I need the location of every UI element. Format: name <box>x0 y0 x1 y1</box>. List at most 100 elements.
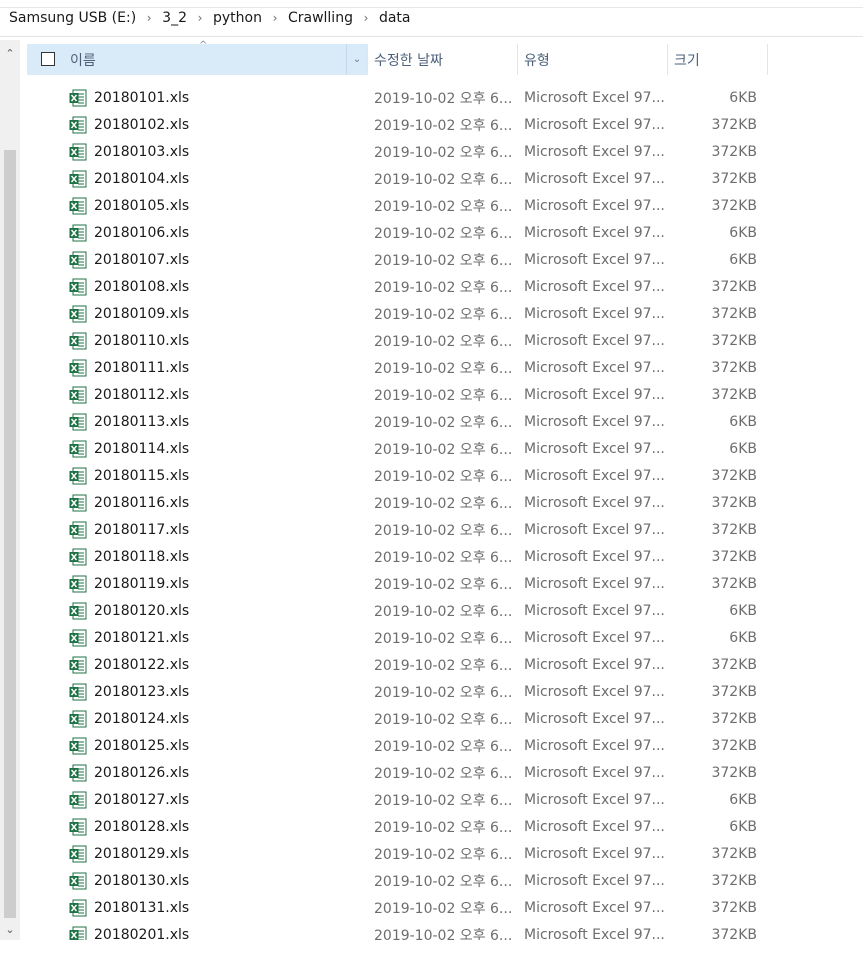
breadcrumb-folder-3_2[interactable]: 3_2 <box>162 10 187 26</box>
file-row[interactable]: 20180108.xls 2019-10-02 오후 6... Microsoft … <box>27 273 787 300</box>
file-row[interactable]: 20180128.xls 2019-10-02 오후 6... Microsoft … <box>27 813 787 840</box>
file-row[interactable]: 20180113.xls 2019-10-02 오후 6... Microsoft … <box>27 408 787 435</box>
file-size: 372KB <box>711 845 757 862</box>
breadcrumb-drive[interactable]: Samsung USB (E:) <box>9 10 136 26</box>
chevron-right-icon[interactable]: › <box>136 11 162 25</box>
file-row[interactable]: 20180102.xls 2019-10-02 오후 6... Microsoft … <box>27 111 787 138</box>
file-row[interactable]: 20180112.xls 2019-10-02 오후 6... Microsoft … <box>27 381 787 408</box>
file-row[interactable]: 20180119.xls 2019-10-02 오후 6... Microsoft … <box>27 570 787 597</box>
file-name: 20180113.xls <box>94 413 190 430</box>
column-header-date[interactable]: 수정한 날짜 <box>368 44 516 75</box>
file-row[interactable]: 20180124.xls 2019-10-02 오후 6... Microsoft … <box>27 705 787 732</box>
file-size: 6KB <box>729 440 757 457</box>
chevron-right-icon[interactable]: › <box>187 11 213 25</box>
file-modified-date: 2019-10-02 오후 6... <box>374 657 513 674</box>
file-type: Microsoft Excel 97... <box>524 818 665 835</box>
column-header-type[interactable]: 유형 <box>518 44 666 75</box>
file-row[interactable]: 20180123.xls 2019-10-02 오후 6... Microsoft … <box>27 678 787 705</box>
column-header-type-label: 유형 <box>524 52 550 69</box>
file-modified-date: 2019-10-02 오후 6... <box>374 198 513 215</box>
file-row[interactable]: 20180122.xls 2019-10-02 오후 6... Microsoft … <box>27 651 787 678</box>
breadcrumb-folder-data[interactable]: data <box>379 10 411 26</box>
column-header-name[interactable]: ^ 이름 ⌄ <box>27 40 367 75</box>
excel-file-icon <box>68 867 88 894</box>
file-row[interactable]: 20180117.xls 2019-10-02 오후 6... Microsoft … <box>27 516 787 543</box>
file-size: 372KB <box>711 278 757 295</box>
file-name: 20180123.xls <box>94 683 190 700</box>
scroll-down-icon[interactable]: ⌄ <box>0 918 20 940</box>
breadcrumb-folder-crawlling[interactable]: Crawlling <box>288 10 353 26</box>
file-size: 372KB <box>711 467 757 484</box>
file-type: Microsoft Excel 97... <box>524 926 665 941</box>
excel-file-icon <box>68 840 88 867</box>
file-type: Microsoft Excel 97... <box>524 386 665 403</box>
column-divider[interactable] <box>767 44 768 75</box>
excel-file-icon <box>68 651 88 678</box>
excel-file-icon <box>68 759 88 786</box>
file-row[interactable]: 20180201.xls 2019-10-02 오후 6... Microsoft … <box>27 921 787 940</box>
excel-file-icon <box>68 732 88 759</box>
file-row[interactable]: 20180110.xls 2019-10-02 오후 6... Microsoft … <box>27 327 787 354</box>
file-type: Microsoft Excel 97... <box>524 332 665 349</box>
file-size: 372KB <box>711 548 757 565</box>
column-headers: ^ 이름 ⌄ 수정한 날짜 유형 크기 <box>27 40 768 75</box>
file-modified-date: 2019-10-02 오후 6... <box>374 252 513 269</box>
excel-file-icon <box>68 84 88 111</box>
file-type: Microsoft Excel 97... <box>524 170 665 187</box>
excel-file-icon <box>68 489 88 516</box>
column-header-size-label: 크기 <box>674 52 700 69</box>
file-row[interactable]: 20180101.xls 2019-10-02 오후 6... Microsoft … <box>27 84 787 111</box>
excel-file-icon <box>68 570 88 597</box>
file-modified-date: 2019-10-02 오후 6... <box>374 549 513 566</box>
file-row[interactable]: 20180125.xls 2019-10-02 오후 6... Microsoft … <box>27 732 787 759</box>
file-modified-date: 2019-10-02 오후 6... <box>374 576 513 593</box>
scrollbar-thumb[interactable] <box>4 150 16 918</box>
excel-file-icon <box>68 543 88 570</box>
vertical-scrollbar[interactable]: ⌃ ⌄ <box>0 40 20 940</box>
file-row[interactable]: 20180115.xls 2019-10-02 오후 6... Microsoft … <box>27 462 787 489</box>
chevron-down-icon[interactable]: ⌄ <box>346 44 367 75</box>
file-row[interactable]: 20180107.xls 2019-10-02 오후 6... Microsoft … <box>27 246 787 273</box>
file-row[interactable]: 20180105.xls 2019-10-02 오후 6... Microsoft … <box>27 192 787 219</box>
file-row[interactable]: 20180111.xls 2019-10-02 오후 6... Microsoft … <box>27 354 787 381</box>
file-row[interactable]: 20180130.xls 2019-10-02 오후 6... Microsoft … <box>27 867 787 894</box>
address-bar[interactable]: Samsung USB (E:) › 3_2 › python › Crawll… <box>0 0 863 37</box>
excel-file-icon <box>68 246 88 273</box>
file-row[interactable]: 20180120.xls 2019-10-02 오후 6... Microsoft … <box>27 597 787 624</box>
file-row[interactable]: 20180104.xls 2019-10-02 오후 6... Microsoft … <box>27 165 787 192</box>
file-type: Microsoft Excel 97... <box>524 440 665 457</box>
file-name: 20180121.xls <box>94 629 190 646</box>
file-row[interactable]: 20180116.xls 2019-10-02 오후 6... Microsoft … <box>27 489 787 516</box>
file-size: 6KB <box>729 251 757 268</box>
file-row[interactable]: 20180103.xls 2019-10-02 오후 6... Microsoft … <box>27 138 787 165</box>
file-type: Microsoft Excel 97... <box>524 710 665 727</box>
select-all-checkbox[interactable] <box>41 52 55 66</box>
file-row[interactable]: 20180121.xls 2019-10-02 오후 6... Microsoft … <box>27 624 787 651</box>
file-type: Microsoft Excel 97... <box>524 467 665 484</box>
file-row[interactable]: 20180129.xls 2019-10-02 오후 6... Microsoft … <box>27 840 787 867</box>
chevron-right-icon[interactable]: › <box>262 11 288 25</box>
breadcrumb-folder-python[interactable]: python <box>213 10 262 26</box>
file-row[interactable]: 20180118.xls 2019-10-02 오후 6... Microsoft … <box>27 543 787 570</box>
file-name: 20180101.xls <box>94 89 190 106</box>
file-name: 20180119.xls <box>94 575 190 592</box>
file-list: 20180101.xls 2019-10-02 오후 6... Microsoft … <box>27 84 787 940</box>
file-row[interactable]: 20180109.xls 2019-10-02 오후 6... Microsoft … <box>27 300 787 327</box>
file-row[interactable]: 20180114.xls 2019-10-02 오후 6... Microsoft … <box>27 435 787 462</box>
column-header-name-label: 이름 <box>70 52 96 69</box>
file-row[interactable]: 20180126.xls 2019-10-02 오후 6... Microsoft … <box>27 759 787 786</box>
file-row[interactable]: 20180131.xls 2019-10-02 오후 6... Microsoft … <box>27 894 787 921</box>
file-modified-date: 2019-10-02 오후 6... <box>374 522 513 539</box>
file-modified-date: 2019-10-02 오후 6... <box>374 819 513 836</box>
file-row[interactable]: 20180127.xls 2019-10-02 오후 6... Microsoft … <box>27 786 787 813</box>
file-size: 6KB <box>729 791 757 808</box>
column-header-size[interactable]: 크기 <box>668 44 768 75</box>
file-row[interactable]: 20180106.xls 2019-10-02 오후 6... Microsoft … <box>27 219 787 246</box>
scroll-up-icon[interactable]: ⌃ <box>0 42 20 64</box>
file-name: 20180106.xls <box>94 224 190 241</box>
file-modified-date: 2019-10-02 오후 6... <box>374 360 513 377</box>
file-size: 372KB <box>711 197 757 214</box>
excel-file-icon <box>68 138 88 165</box>
file-type: Microsoft Excel 97... <box>524 575 665 592</box>
chevron-right-icon[interactable]: › <box>353 11 379 25</box>
